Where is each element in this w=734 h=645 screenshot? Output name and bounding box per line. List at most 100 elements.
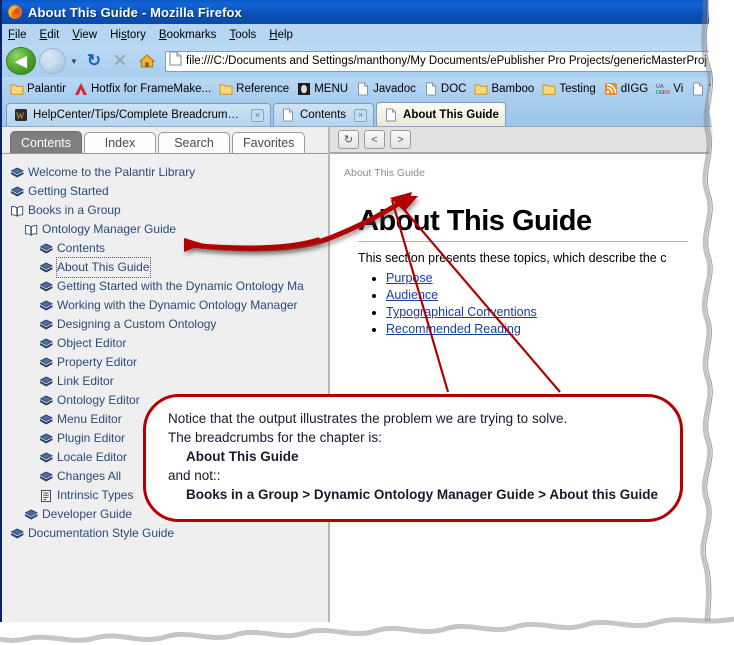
callout-line: The breadcrumbs for the chapter is: xyxy=(168,430,382,445)
toc-item-label: Contents xyxy=(57,241,106,255)
list-item: Audience xyxy=(386,288,716,302)
book-icon xyxy=(24,509,38,519)
toc-tree-item[interactable]: Object Editor xyxy=(8,334,328,353)
toc-tree-item[interactable]: Documentation Style Guide xyxy=(8,524,328,543)
toc-tree-item[interactable]: Working with the Dynamic Ontology Manage… xyxy=(8,296,328,315)
bookmark-label: Testing xyxy=(559,82,596,95)
folder-icon xyxy=(10,84,24,95)
topic-link[interactable]: Audience xyxy=(386,288,438,302)
bookmark-label: dIGG xyxy=(620,82,649,95)
screenshot-root: About This Guide - Mozilla Firefox File E… xyxy=(0,0,734,645)
toc-tree-item[interactable]: Ontology Manager Guide xyxy=(8,220,328,239)
book-icon xyxy=(39,262,53,272)
menu-item-history[interactable]: History xyxy=(110,29,146,41)
toc-tree-item[interactable]: Link Editor xyxy=(8,372,328,391)
bookmark-item[interactable]: Testing xyxy=(540,81,597,97)
wiki-icon: W xyxy=(15,109,27,121)
svg-text:RS: RS xyxy=(663,90,670,96)
tab-close-icon[interactable]: × xyxy=(251,108,264,122)
help-tab-search[interactable]: Search xyxy=(158,132,231,153)
list-item: Typographical Conventions xyxy=(386,305,716,319)
callout-line: About This Guide xyxy=(186,449,299,464)
toc-tree-item[interactable]: Property Editor xyxy=(8,353,328,372)
bookmark-item[interactable]: Bamboo xyxy=(472,81,536,97)
bookmark-item[interactable]: DOC xyxy=(422,81,469,97)
menu-item-edit[interactable]: Edit xyxy=(40,29,60,41)
firefox-icon xyxy=(7,4,23,20)
toc-tree-item[interactable]: Contents xyxy=(8,239,328,258)
address-bar[interactable]: file:///C:/Documents and Settings/mantho… xyxy=(165,50,712,72)
page-icon xyxy=(358,82,369,95)
book-icon xyxy=(39,414,53,424)
previous-topic-button[interactable]: < xyxy=(364,130,385,149)
help-tab-index[interactable]: Index xyxy=(84,132,157,153)
topic-link[interactable]: Recommended Reading xyxy=(386,322,521,336)
sync-toc-button[interactable]: ↻ xyxy=(338,130,359,149)
topic-link[interactable]: Purpose xyxy=(386,271,433,285)
history-dropdown-button[interactable]: ▼ xyxy=(68,48,80,74)
book-icon xyxy=(39,376,53,386)
toc-tree-item[interactable]: Getting Started with the Dynamic Ontolog… xyxy=(8,277,328,296)
bookmark-label: Javadoc xyxy=(373,82,416,95)
bookmark-item[interactable]: dIGG xyxy=(602,81,650,97)
topic-link[interactable]: Typographical Conventions xyxy=(386,305,537,319)
book-icon xyxy=(39,395,53,405)
menu-item-file[interactable]: File xyxy=(8,29,27,41)
toc-item-label: Getting Started xyxy=(28,184,109,198)
title-rule xyxy=(358,241,688,242)
page-favicon-icon xyxy=(169,51,182,71)
bookmark-label: MENU xyxy=(314,82,349,95)
bookmark-label: Reference xyxy=(236,82,290,95)
home-button[interactable] xyxy=(134,53,160,69)
navigation-toolbar: ◀ ▶ ▼ ↻ ✕ file:///C:/Documents and Setti… xyxy=(2,45,716,77)
help-navigation-pane: Contents Index Search Favorites Welcome to … xyxy=(2,127,330,622)
toc-tree-item[interactable]: Designing a Custom Ontology xyxy=(8,315,328,334)
bookmark-item[interactable]: MENU xyxy=(295,81,350,97)
bookmark-item[interactable]: 24 xyxy=(689,81,716,97)
svg-text:W: W xyxy=(16,111,25,121)
topic-link-list: Purpose Audience Typographical Conventions… xyxy=(344,271,716,336)
bookmark-item[interactable]: Palantir xyxy=(8,81,68,97)
bookmark-label: Hotfix for FrameMake... xyxy=(91,82,212,95)
toc-item-label: Welcome to the Palantir Library xyxy=(28,165,196,179)
open-book-icon xyxy=(25,224,38,236)
firefox-window: About This Guide - Mozilla Firefox File E… xyxy=(0,0,716,622)
browser-tab[interactable]: About This Guide xyxy=(376,102,506,126)
bookmark-item[interactable]: Reference xyxy=(217,81,291,97)
menu-item-help[interactable]: Help xyxy=(269,29,293,41)
back-button[interactable]: ◀ xyxy=(6,47,36,75)
topic-document: About This Guide About This Guide This s… xyxy=(330,154,716,622)
toc-tree-item[interactable]: Welcome to the Palantir Library xyxy=(8,163,328,182)
reload-button[interactable]: ↻ xyxy=(82,51,106,71)
tab-close-icon[interactable]: × xyxy=(354,108,368,122)
book-icon xyxy=(39,300,53,310)
menu-item-view[interactable]: View xyxy=(72,29,97,41)
list-item: Recommended Reading xyxy=(386,322,716,336)
page-icon xyxy=(693,82,704,95)
toc-tree-item[interactable]: About This Guide xyxy=(8,257,328,278)
bookmarks-toolbar: Palantir Hotfix for FrameMake... Reference… xyxy=(2,77,716,100)
toc-item-label: Working with the Dynamic Ontology Manage… xyxy=(57,298,298,312)
forward-button[interactable]: ▶ xyxy=(39,48,66,74)
menubar: File Edit View History Bookmarks Tools Help xyxy=(2,24,716,45)
bookmark-item[interactable]: Javadoc xyxy=(354,81,418,97)
toc-tree-item[interactable]: Getting Started xyxy=(8,182,328,201)
toc-tree-item[interactable]: Books in a Group xyxy=(8,201,328,220)
help-tab-favorites[interactable]: Favorites xyxy=(232,132,306,153)
bookmark-item[interactable]: UA DE RS Vi xyxy=(654,81,685,97)
toc-item-label: Intrinsic Types xyxy=(57,488,134,502)
menu-item-bookmarks[interactable]: Bookmarks xyxy=(159,29,217,41)
toc-item-label: Link Editor xyxy=(57,374,114,388)
bookmark-item[interactable]: Hotfix for FrameMake... xyxy=(72,81,213,97)
stop-button[interactable]: ✕ xyxy=(108,51,132,71)
book-icon xyxy=(39,357,53,367)
help-tab-contents[interactable]: Contents xyxy=(10,131,83,153)
toc-item-label: Ontology Manager Guide xyxy=(42,222,177,236)
toc-item-label: Designing a Custom Ontology xyxy=(57,317,217,331)
browser-tab[interactable]: Contents × xyxy=(273,103,375,126)
menu-item-tools[interactable]: Tools xyxy=(229,29,256,41)
opera-icon xyxy=(298,82,311,95)
browser-tab[interactable]: W HelpCenter/Tips/Complete Breadcrumb... × xyxy=(6,103,271,126)
next-topic-button[interactable]: > xyxy=(390,130,411,149)
book-icon xyxy=(39,243,53,253)
